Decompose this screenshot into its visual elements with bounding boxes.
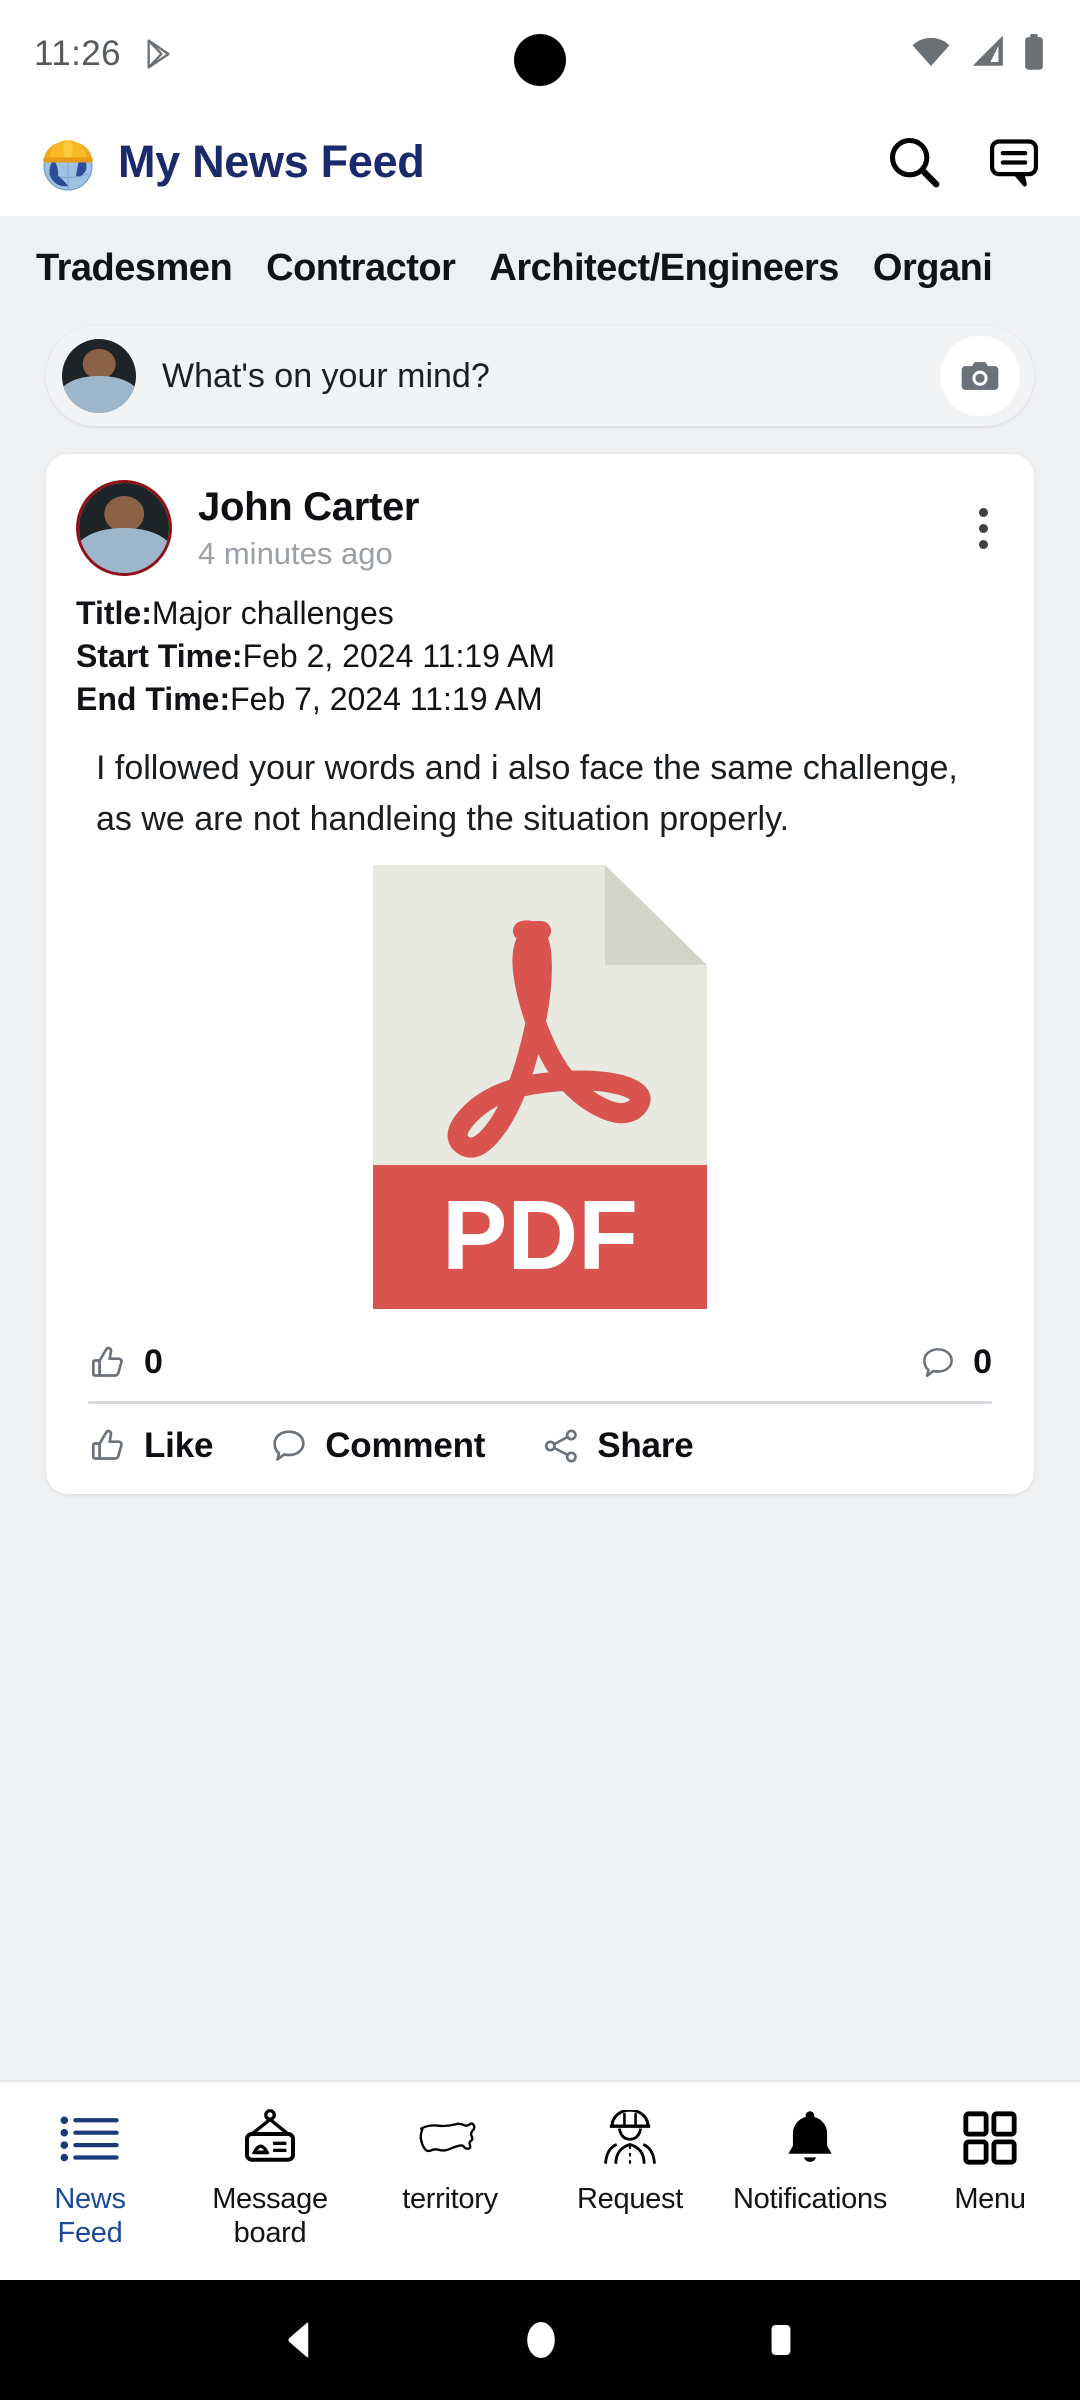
android-system-nav bbox=[0, 2280, 1080, 2400]
meta-title-value: Major challenges bbox=[151, 595, 394, 631]
nav-item-territory[interactable]: territory bbox=[360, 2104, 540, 2216]
meta-title: Title:Major challenges bbox=[76, 592, 1004, 635]
cellular-signal-icon bbox=[968, 34, 1006, 74]
like-label: Like bbox=[144, 1425, 214, 1465]
page-title: My News Feed bbox=[118, 136, 425, 187]
nav-item-notifications[interactable]: Notifications bbox=[720, 2104, 900, 2216]
nav-label-territory: territory bbox=[402, 2183, 498, 2215]
bell-icon bbox=[782, 2104, 838, 2172]
nav-label-menu: Menu bbox=[954, 2183, 1026, 2215]
thumbs-up-icon bbox=[92, 1346, 123, 1377]
meta-end-time: End Time:Feb 7, 2024 11:19 AM bbox=[76, 678, 1004, 721]
like-count: 0 bbox=[144, 1343, 163, 1382]
post-counts: 0 0 bbox=[46, 1327, 1034, 1383]
status-bar: 11:26 bbox=[0, 0, 1080, 108]
post-actions: Like Comment Share bbox=[46, 1404, 1034, 1476]
nav-label-message-board: Message board bbox=[212, 2183, 328, 2250]
post-header: John Carter 4 minutes ago bbox=[46, 454, 1034, 584]
search-icon[interactable] bbox=[884, 132, 944, 192]
post-author-name: John Carter bbox=[198, 484, 420, 529]
bottom-navigation: News Feed Message board territory Reques… bbox=[0, 2080, 1080, 2280]
tab-organization[interactable]: Organi bbox=[873, 247, 993, 290]
post-metadata: Title:Major challenges Start Time:Feb 2,… bbox=[46, 584, 1034, 721]
post-identity: John Carter 4 minutes ago bbox=[198, 484, 420, 572]
status-clock: 11:26 bbox=[34, 34, 121, 73]
nav-item-request[interactable]: Request bbox=[540, 2104, 720, 2216]
nav-item-message-board[interactable]: Message board bbox=[180, 2104, 360, 2250]
wifi-icon bbox=[910, 34, 952, 75]
tab-contractor[interactable]: Contractor bbox=[266, 247, 456, 290]
back-button[interactable] bbox=[278, 2318, 322, 2362]
share-button[interactable]: Share bbox=[541, 1425, 694, 1466]
battery-icon bbox=[1022, 33, 1046, 76]
usa-map-icon bbox=[416, 2104, 484, 2172]
more-options-icon[interactable] bbox=[963, 498, 1004, 559]
news-feed-list: John Carter 4 minutes ago Title:Major ch… bbox=[0, 426, 1080, 2080]
recents-button[interactable] bbox=[760, 2319, 802, 2361]
post-attachment[interactable]: PDF bbox=[46, 849, 1034, 1327]
square-recents-icon bbox=[771, 2324, 791, 2356]
phone-screen: 11:26 My News Feed Tradesmen Contractor … bbox=[0, 0, 1080, 2400]
tab-architect-engineers[interactable]: Architect/Engineers bbox=[489, 247, 839, 290]
nav-item-menu[interactable]: Menu bbox=[900, 2104, 1080, 2216]
message-board-sign-icon bbox=[239, 2104, 301, 2172]
globe-hardhat-logo bbox=[36, 130, 100, 194]
play-store-icon bbox=[143, 37, 177, 71]
share-label: Share bbox=[597, 1425, 694, 1465]
comment-bubble-icon bbox=[273, 1429, 305, 1461]
thumbs-up-icon bbox=[92, 1429, 123, 1460]
comment-label: Comment bbox=[325, 1425, 486, 1465]
category-tabs[interactable]: Tradesmen Contractor Architect/Engineers… bbox=[0, 216, 1080, 320]
app-header: My News Feed bbox=[0, 108, 1080, 216]
post-author-avatar[interactable] bbox=[76, 480, 172, 576]
home-button[interactable] bbox=[518, 2317, 564, 2363]
nav-label-notifications: Notifications bbox=[732, 2183, 888, 2215]
header-actions bbox=[884, 132, 1044, 192]
composer-input[interactable]: What's on your mind? bbox=[162, 357, 490, 396]
comment-button[interactable]: Comment bbox=[269, 1426, 485, 1466]
current-user-avatar[interactable] bbox=[62, 339, 136, 413]
like-button[interactable]: Like bbox=[88, 1426, 213, 1466]
status-icons bbox=[910, 33, 1046, 76]
like-count-group[interactable]: 0 bbox=[88, 1343, 163, 1383]
post-card: John Carter 4 minutes ago Title:Major ch… bbox=[46, 454, 1034, 1494]
meta-end-label: End Time: bbox=[76, 680, 231, 717]
circle-home-icon bbox=[527, 2321, 555, 2359]
nav-item-news-feed[interactable]: News Feed bbox=[0, 2104, 180, 2250]
comment-count: 0 bbox=[973, 1343, 992, 1382]
meta-title-label: Title: bbox=[76, 595, 152, 631]
post-body-text: I followed your words and i also face th… bbox=[96, 748, 958, 838]
list-lines-icon bbox=[59, 2104, 121, 2172]
comment-bubble-icon bbox=[923, 1347, 953, 1377]
camera-icon[interactable] bbox=[940, 336, 1020, 416]
post-timestamp: 4 minutes ago bbox=[198, 535, 393, 571]
tab-tradesmen[interactable]: Tradesmen bbox=[36, 247, 233, 290]
composer-container: What's on your mind? bbox=[0, 320, 1080, 426]
svg-text:PDF: PDF bbox=[442, 1180, 638, 1290]
pdf-file-icon[interactable]: PDF bbox=[373, 864, 707, 1309]
meta-start-label: Start Time: bbox=[76, 637, 243, 674]
nav-label-request: Request bbox=[577, 2183, 683, 2215]
meta-start-value: Feb 2, 2024 11:19 AM bbox=[242, 637, 556, 674]
triangle-back-icon bbox=[288, 2322, 309, 2358]
nav-label-news-feed: News Feed bbox=[54, 2183, 126, 2250]
composer-bar[interactable]: What's on your mind? bbox=[46, 326, 1034, 426]
camera-punch-hole bbox=[514, 34, 566, 86]
meta-start-time: Start Time:Feb 2, 2024 11:19 AM bbox=[76, 635, 1004, 678]
messages-icon[interactable] bbox=[984, 132, 1044, 192]
grid-squares-icon bbox=[961, 2104, 1019, 2172]
share-nodes-icon bbox=[545, 1429, 578, 1463]
meta-end-value: Feb 7, 2024 11:19 AM bbox=[230, 680, 543, 717]
comment-count-group[interactable]: 0 bbox=[919, 1343, 992, 1382]
worker-helmet-icon bbox=[600, 2104, 660, 2172]
